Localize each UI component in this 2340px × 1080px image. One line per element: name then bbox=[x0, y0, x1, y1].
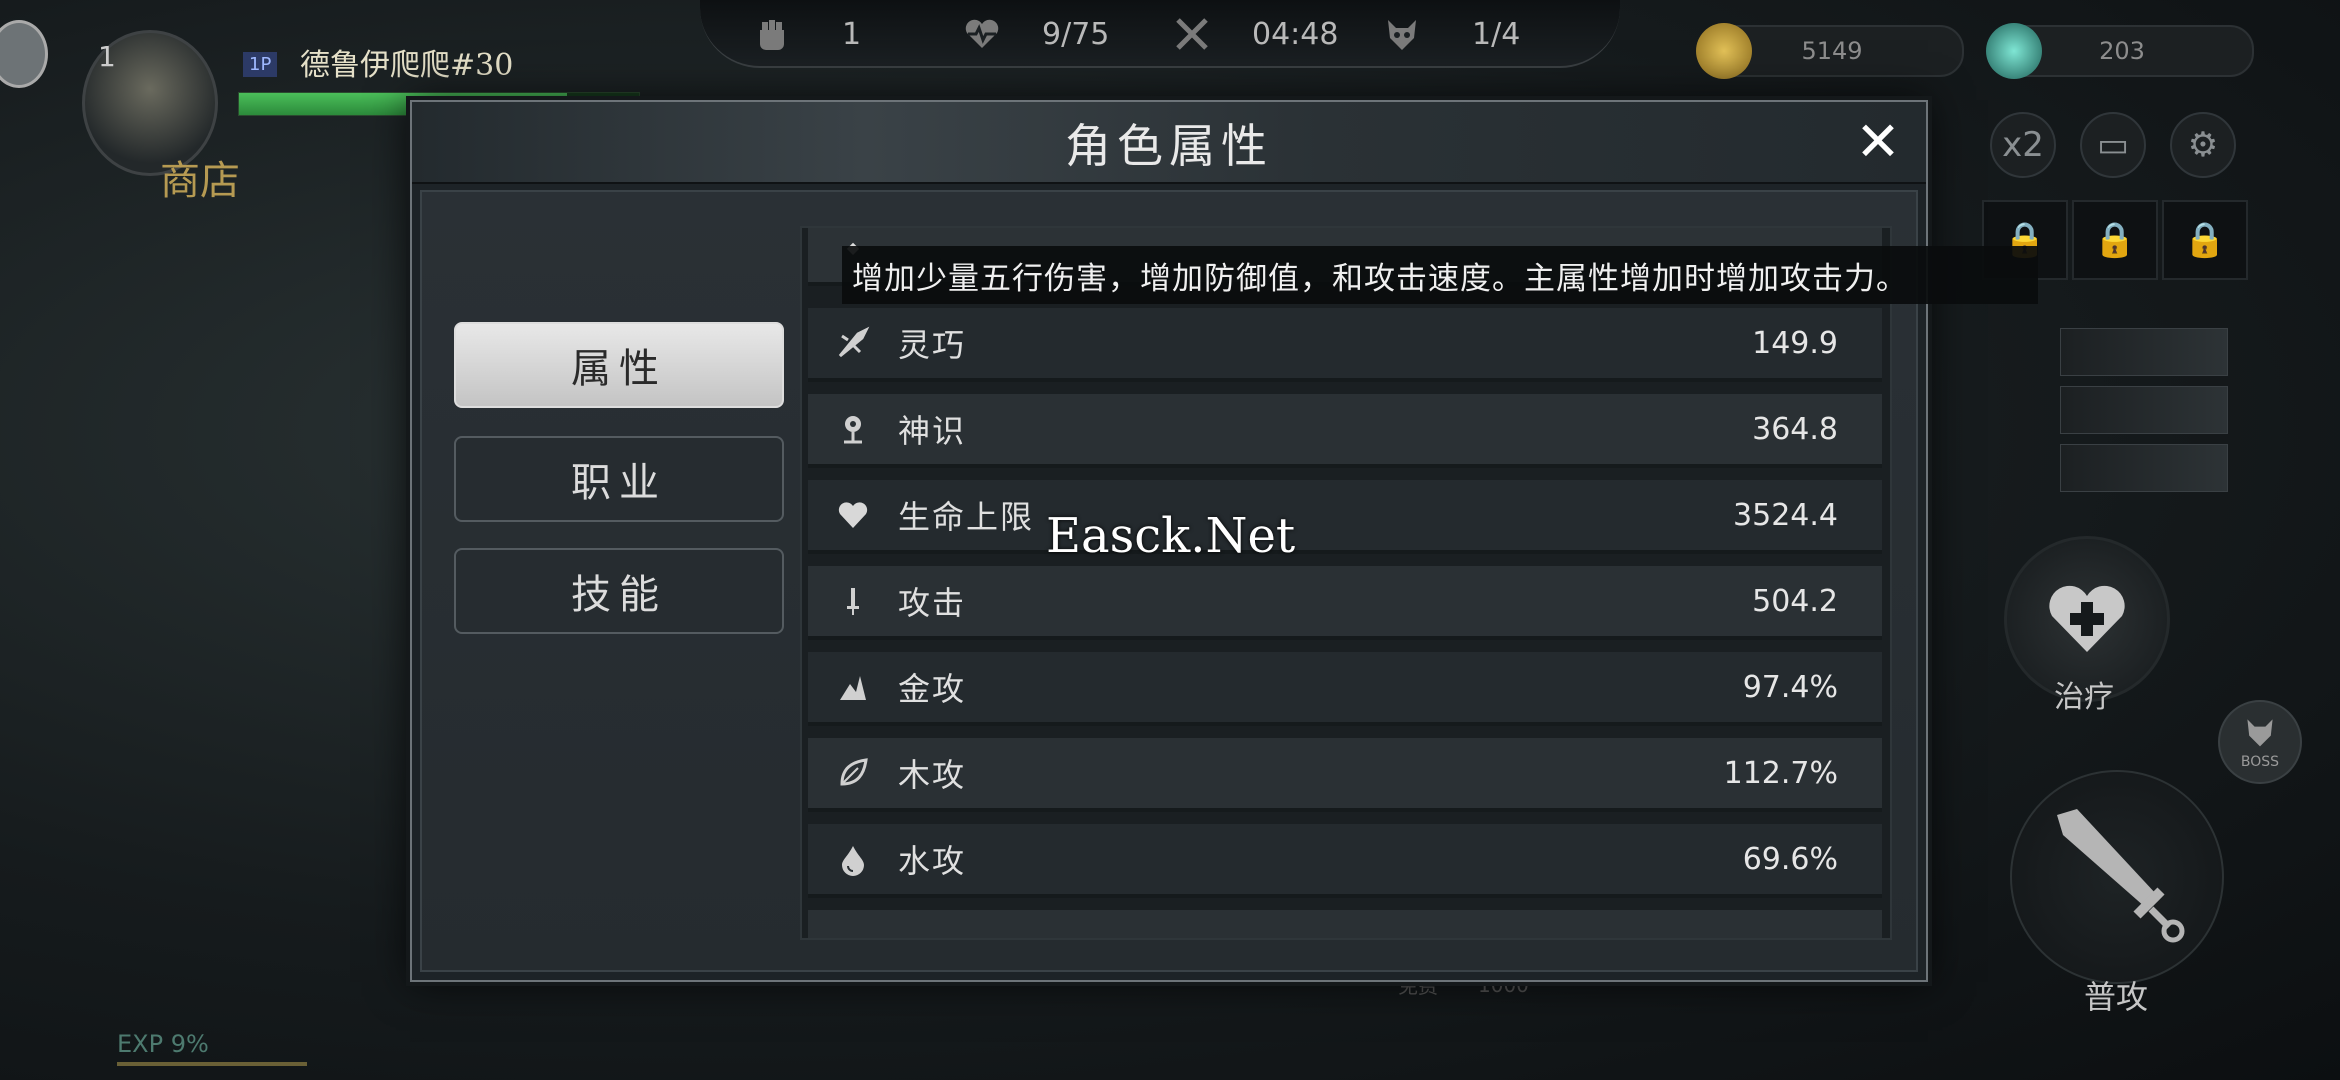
stat-value: 69.6% bbox=[1742, 841, 1838, 877]
stat-row: 生命上限 3524.4 bbox=[808, 480, 1882, 554]
screen-icon[interactable]: ▭ bbox=[2080, 112, 2146, 178]
lock-icon[interactable]: 🔒 bbox=[2072, 200, 2158, 280]
leaf-icon bbox=[830, 750, 876, 796]
top-status-bar: 1 9/75 04:48 1/4 bbox=[700, 0, 1620, 68]
attack-label: 普攻 bbox=[2084, 978, 2149, 1016]
stat-list[interactable]: ◆ 灵巧 149.9 神识 364.8 生命上限 3524.4 攻击 504.2… bbox=[800, 226, 1892, 940]
boss-label: BOSS bbox=[2240, 754, 2280, 770]
spirit-icon bbox=[830, 406, 876, 452]
gem-value: 203 bbox=[2099, 37, 2145, 65]
tier-bar[interactable] bbox=[2060, 386, 2228, 434]
stat-name: 神识 bbox=[898, 412, 967, 450]
hud-stat-kills: 1 bbox=[750, 10, 861, 58]
boss-button[interactable]: BOSS bbox=[2218, 700, 2302, 784]
hud-stat-wave: 9/75 bbox=[960, 10, 1109, 58]
coin-value: 5149 bbox=[1801, 37, 1863, 65]
side-menu-button[interactable] bbox=[0, 20, 48, 88]
hud-stat-value: 1 bbox=[842, 16, 862, 52]
demon-mask-icon bbox=[1380, 12, 1424, 56]
coin-counter[interactable]: 5149 bbox=[1696, 23, 1964, 79]
water-drop-icon bbox=[830, 836, 876, 882]
tab-label: 属性 bbox=[571, 346, 667, 392]
stat-value: 364.8 bbox=[1752, 411, 1838, 447]
metal-icon bbox=[830, 664, 876, 710]
crossed-swords-icon bbox=[1170, 12, 1214, 56]
tooltip-text: 增加少量五行伤害，增加防御值，和攻击速度。主属性增加时增加攻击力。 bbox=[852, 260, 1908, 297]
speed-toggle-button[interactable]: x2 bbox=[1990, 112, 2056, 178]
fist-icon bbox=[750, 12, 794, 56]
close-icon[interactable]: ✕ bbox=[1852, 115, 1904, 169]
heartbeat-icon bbox=[960, 12, 1004, 56]
tab-label: 技能 bbox=[571, 572, 667, 618]
player-level: 1 bbox=[98, 40, 116, 73]
stat-value: 97.4% bbox=[1742, 669, 1838, 705]
stat-value: 149.9 bbox=[1752, 325, 1838, 361]
stat-row: 金攻 97.4% bbox=[808, 652, 1882, 726]
dialog-title: 角色属性 bbox=[1065, 119, 1273, 173]
shop-label[interactable]: 商店 bbox=[160, 148, 240, 206]
tier-bar[interactable] bbox=[2060, 444, 2228, 492]
player-slot-badge: 1P bbox=[243, 52, 278, 77]
stat-row: 攻击 504.2 bbox=[808, 566, 1882, 640]
stat-name: 水攻 bbox=[898, 842, 967, 880]
gem-counter[interactable]: 203 bbox=[1986, 23, 2254, 79]
demon-mask-icon bbox=[2240, 714, 2280, 754]
tier-bar[interactable] bbox=[2060, 328, 2228, 376]
stat-row-partial bbox=[808, 910, 1882, 938]
stat-value: 112.7% bbox=[1723, 755, 1838, 791]
sword-icon bbox=[2037, 795, 2197, 959]
tab-label: 职业 bbox=[571, 460, 667, 506]
hud-stat-boss: 1/4 bbox=[1380, 10, 1520, 58]
stat-row: 神识 364.8 bbox=[808, 394, 1882, 468]
dialog-header: 角色属性 ✕ bbox=[412, 102, 1926, 184]
exp-label: EXP 9% bbox=[117, 1030, 209, 1058]
exp-bar bbox=[117, 1062, 307, 1066]
attack-button[interactable] bbox=[2010, 770, 2224, 984]
hud-stat-value: 04:48 bbox=[1252, 16, 1339, 52]
stat-value: 3524.4 bbox=[1733, 497, 1838, 533]
heal-icon bbox=[2042, 572, 2132, 666]
stat-row: 水攻 69.6% bbox=[808, 824, 1882, 898]
stat-tooltip: 增加少量五行伤害，增加防御值，和攻击速度。主属性增加时增加攻击力。 bbox=[842, 246, 2038, 304]
stat-row: 灵巧 149.9 bbox=[808, 308, 1882, 382]
heart-icon bbox=[830, 492, 876, 538]
lock-icon[interactable]: 🔒 bbox=[2162, 200, 2248, 280]
stat-name: 金攻 bbox=[898, 670, 967, 708]
stat-name: 生命上限 bbox=[898, 498, 1035, 536]
stat-name: 攻击 bbox=[898, 584, 967, 622]
dexterity-icon bbox=[830, 320, 876, 366]
stat-name: 木攻 bbox=[898, 756, 967, 794]
watermark-text: Easck.Net bbox=[1046, 508, 1296, 564]
hud-stat-timer: 04:48 bbox=[1170, 10, 1338, 58]
tab-profession[interactable]: 职业 bbox=[454, 436, 784, 522]
hud-stat-value: 9/75 bbox=[1042, 16, 1110, 52]
player-name: 德鲁伊爬爬#30 bbox=[300, 48, 514, 83]
tab-attributes[interactable]: 属性 bbox=[454, 322, 784, 408]
stat-name: 灵巧 bbox=[898, 326, 967, 364]
gem-icon bbox=[1986, 23, 2042, 79]
heal-label: 治疗 bbox=[2054, 680, 2114, 715]
tab-skills[interactable]: 技能 bbox=[454, 548, 784, 634]
gear-icon[interactable]: ⚙ bbox=[2170, 112, 2236, 178]
stat-value: 504.2 bbox=[1752, 583, 1838, 619]
hud-stat-value: 1/4 bbox=[1472, 16, 1521, 52]
stat-row: 木攻 112.7% bbox=[808, 738, 1882, 812]
sword-icon bbox=[830, 578, 876, 624]
coin-icon bbox=[1696, 23, 1752, 79]
